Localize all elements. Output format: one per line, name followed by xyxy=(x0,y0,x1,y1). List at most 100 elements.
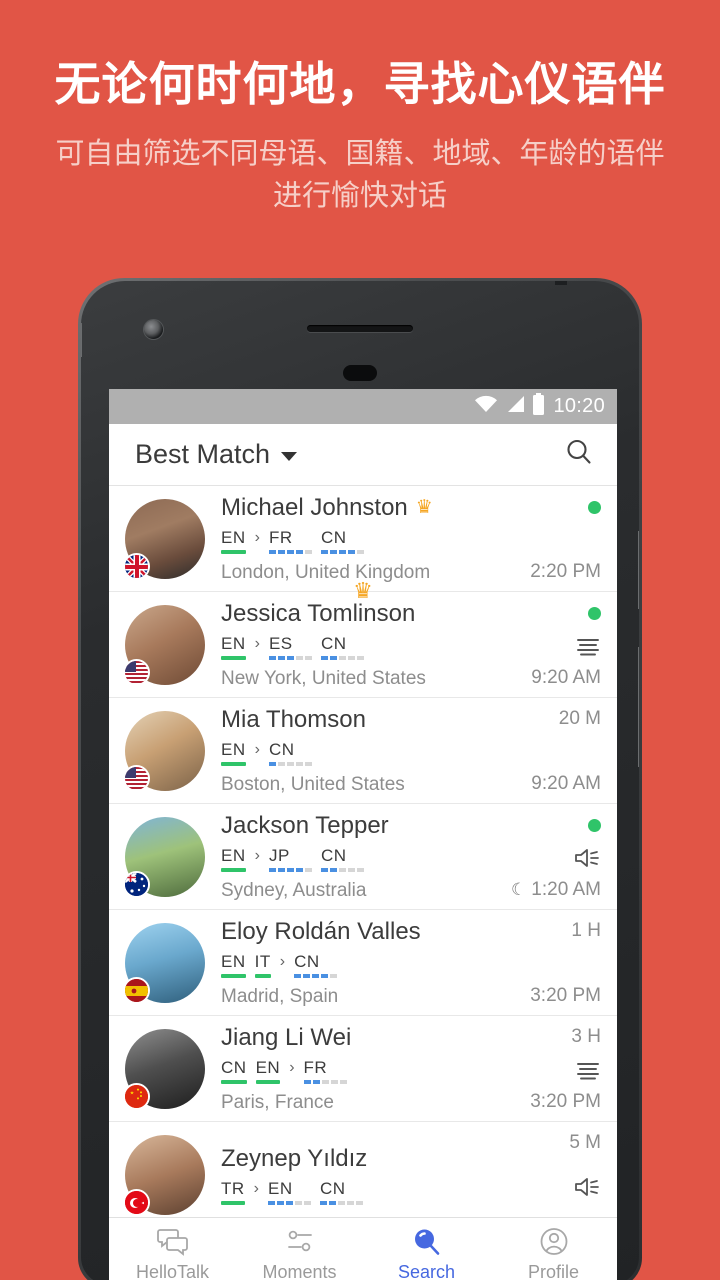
status-bar-icons xyxy=(474,393,545,420)
sort-selector[interactable]: Best Match xyxy=(135,439,298,470)
language-tags: EN IT › CN xyxy=(221,953,517,978)
local-time: 9:20 AM xyxy=(531,667,601,689)
front-camera-icon xyxy=(144,320,163,339)
bottom-tab-bar[interactable]: HelloTalk Moments Search Profile xyxy=(109,1217,617,1280)
avatar[interactable] xyxy=(123,604,205,686)
chat-bubbles-icon xyxy=(156,1227,189,1257)
tab-moments[interactable]: Moments xyxy=(236,1227,363,1280)
language-tag: EN xyxy=(221,741,246,766)
phone-mockup: 10:20 Best Match Michael Johnston ♛ EN › FR C… xyxy=(78,278,642,1280)
list-item-content: Jiang Li Wei CN EN › FR Paris, France xyxy=(205,1024,517,1114)
phone-power-button[interactable] xyxy=(638,531,639,609)
last-active-badge xyxy=(588,602,601,624)
local-time-value: 1:20 AM xyxy=(531,879,601,900)
country-flag-icon xyxy=(123,976,150,1004)
level-segment xyxy=(320,549,328,554)
speaker-icon xyxy=(575,848,599,867)
user-location: Sydney, Australia xyxy=(221,879,367,901)
level-segment xyxy=(320,1200,327,1205)
learning-level-dots xyxy=(320,655,364,660)
language-direction-arrow-icon: › xyxy=(254,740,260,758)
avatar[interactable] xyxy=(123,816,205,898)
tab-search[interactable]: Search xyxy=(363,1227,490,1280)
sliders-icon xyxy=(284,1227,316,1257)
language-tags: EN › JP CN xyxy=(221,847,503,872)
learning-level-dots xyxy=(320,867,364,872)
avatar[interactable] xyxy=(123,710,205,792)
learning-level-dots xyxy=(303,1079,347,1084)
list-item[interactable]: Zeynep Yıldız TR › EN CN 5 M xyxy=(109,1122,617,1217)
list-item-meta: 20 M 9:20 AM xyxy=(517,698,603,803)
country-flag-icon xyxy=(123,1188,150,1216)
native-level-bar xyxy=(221,655,246,660)
list-item[interactable]: Michael Johnston ♛ EN › FR CN London, United K… xyxy=(109,486,617,592)
phone-left-button[interactable] xyxy=(81,323,82,357)
local-time-value: 2:20 PM xyxy=(530,561,601,582)
user-name: Eloy Roldán Valles xyxy=(221,917,421,945)
local-time-value: 9:20 AM xyxy=(531,667,601,688)
user-location: Boston, United States xyxy=(221,773,405,795)
language-tag: CN xyxy=(320,847,364,872)
list-item-name-row: Jackson Tepper xyxy=(221,812,503,840)
level-segment xyxy=(277,1200,284,1205)
avatar[interactable] xyxy=(123,1134,205,1216)
learning-level-dots xyxy=(268,1200,311,1205)
language-tag: EN xyxy=(221,529,246,554)
local-time: 9:20 AM xyxy=(531,773,601,795)
country-flag-icon xyxy=(123,764,150,792)
level-segment xyxy=(338,867,346,872)
list-item-name-row: Eloy Roldán Valles xyxy=(221,918,517,946)
last-active-badge: 5 M xyxy=(569,1132,601,1153)
level-segment xyxy=(286,1200,293,1205)
level-segment xyxy=(277,549,285,554)
tab-profile[interactable]: Profile xyxy=(490,1227,617,1280)
language-code: CN xyxy=(294,951,320,971)
level-segment xyxy=(268,867,276,872)
level-segment xyxy=(356,1200,363,1205)
avatar[interactable] xyxy=(123,922,205,1004)
tab-label: HelloTalk xyxy=(135,1261,210,1280)
language-direction-arrow-icon: › xyxy=(254,528,260,546)
language-tags: EN › FR CN xyxy=(221,529,517,554)
level-segment xyxy=(277,655,285,660)
level-segment xyxy=(347,655,355,660)
local-time-value: 3:20 PM xyxy=(530,1091,601,1112)
crown-icon: ♛ xyxy=(415,497,433,518)
list-item-name-row: Jiang Li Wei xyxy=(221,1024,517,1052)
level-segment xyxy=(329,655,337,660)
list-item[interactable]: Eloy Roldán Valles EN IT › CN Madrid, Spain 1 … xyxy=(109,910,617,1016)
phone-volume-button[interactable] xyxy=(638,647,639,767)
antenna-mark xyxy=(555,281,567,285)
avatar[interactable] xyxy=(123,1028,205,1110)
tab-label: Moments xyxy=(262,1261,337,1280)
list-item[interactable]: Jiang Li Wei CN EN › FR Paris, France 3 H 3:20 … xyxy=(109,1016,617,1122)
level-segment xyxy=(321,1079,329,1084)
list-item[interactable]: Jackson Tepper EN › JP CN Sydney, Australia ☾ 1… xyxy=(109,804,617,910)
language-tags: EN › ES CN xyxy=(221,635,517,660)
level-segment xyxy=(312,1079,320,1084)
language-code: EN xyxy=(221,951,246,971)
avatar[interactable] xyxy=(123,498,205,580)
list-item[interactable]: Mia Thomson EN › CN Boston, United States 20 … xyxy=(109,698,617,804)
level-segment xyxy=(303,973,311,978)
earpiece-speaker xyxy=(307,325,413,332)
user-list[interactable]: Michael Johnston ♛ EN › FR CN London, United K… xyxy=(109,486,617,1217)
search-icon[interactable] xyxy=(563,436,595,473)
tab-hellotalk[interactable]: HelloTalk xyxy=(109,1227,236,1280)
list-item[interactable]: ♛ Jessica Tomlinson EN › ES CN New York, Unite… xyxy=(109,580,617,698)
level-segment xyxy=(347,1200,354,1205)
level-segment xyxy=(304,549,312,554)
language-direction-arrow-icon: › xyxy=(253,1179,259,1197)
text-lines-icon xyxy=(575,635,601,657)
level-segment xyxy=(321,973,329,978)
level-segment xyxy=(304,867,312,872)
local-time-value: 3:20 PM xyxy=(530,985,601,1006)
user-name: Jiang Li Wei xyxy=(221,1023,352,1051)
language-code: IT xyxy=(254,951,271,971)
user-name: Mia Thomson xyxy=(221,705,366,733)
language-code: FR xyxy=(268,527,293,547)
speaker-icon xyxy=(573,847,601,869)
local-time-value: 9:20 AM xyxy=(531,773,601,794)
moon-icon: ☾ xyxy=(511,880,527,899)
level-segment xyxy=(286,867,294,872)
